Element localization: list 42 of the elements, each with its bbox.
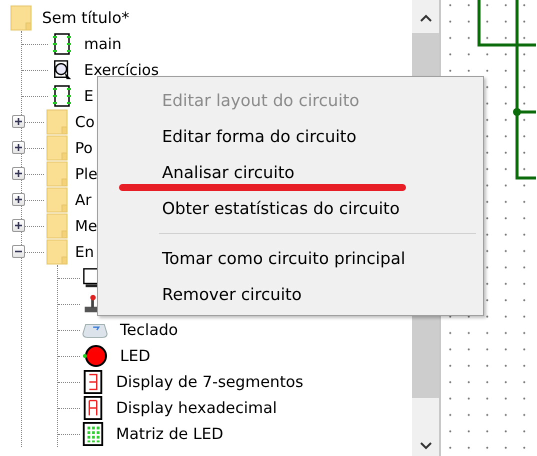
folder-label[interactable]: Ar xyxy=(75,191,92,209)
expand-icon[interactable] xyxy=(12,115,25,128)
folder-icon xyxy=(46,135,68,161)
led-icon xyxy=(82,344,108,368)
tree-item-label[interactable]: main xyxy=(84,35,122,53)
folder-icon xyxy=(46,109,68,135)
tree-item-label[interactable]: Display hexadecimal xyxy=(116,399,277,417)
tree-item-label[interactable]: Matriz de LED xyxy=(116,425,224,443)
hex-display-icon xyxy=(82,396,104,420)
menu-item[interactable]: Obter estatísticas do circuito xyxy=(101,191,480,227)
folder-icon xyxy=(46,239,68,265)
folder-icon xyxy=(46,187,68,213)
seven-segment-icon xyxy=(82,370,104,394)
expand-icon[interactable] xyxy=(12,141,25,154)
tree-item-label[interactable]: LED xyxy=(120,347,150,365)
folder-label[interactable]: Sem título* xyxy=(42,9,130,27)
folder-icon xyxy=(46,213,68,239)
folder-label[interactable]: Me xyxy=(75,217,98,235)
chip-icon xyxy=(52,84,72,108)
folder-label[interactable]: Ple xyxy=(75,165,98,183)
folder-label[interactable]: En xyxy=(75,243,94,261)
tree-item-label[interactable]: Teclado xyxy=(120,321,178,339)
scroll-up-icon[interactable] xyxy=(420,14,432,22)
folder-label[interactable]: Co xyxy=(75,113,95,131)
chip-icon xyxy=(52,32,72,56)
menu-item[interactable]: Tomar como circuito principal xyxy=(101,241,480,277)
magnifier-icon xyxy=(52,58,72,82)
folder-label[interactable]: Po xyxy=(75,139,93,157)
expand-icon[interactable] xyxy=(12,167,25,180)
folder-icon xyxy=(46,161,68,187)
tree-item-label[interactable]: Display de 7-segmentos xyxy=(116,373,304,391)
expand-icon[interactable] xyxy=(12,193,25,206)
menu-item[interactable]: Editar forma do circuito xyxy=(101,119,480,155)
menu-item[interactable]: Remover circuito xyxy=(101,277,480,313)
tree-item-label[interactable]: E xyxy=(84,87,94,105)
menu-item[interactable]: Analisar circuito xyxy=(101,155,480,191)
folder-icon xyxy=(10,5,32,31)
expand-icon[interactable] xyxy=(12,219,25,232)
led-matrix-icon xyxy=(82,422,104,446)
collapse-icon[interactable] xyxy=(12,245,25,258)
tree-item-label[interactable]: Exercícios xyxy=(84,61,159,79)
scroll-down-icon[interactable] xyxy=(420,442,432,450)
